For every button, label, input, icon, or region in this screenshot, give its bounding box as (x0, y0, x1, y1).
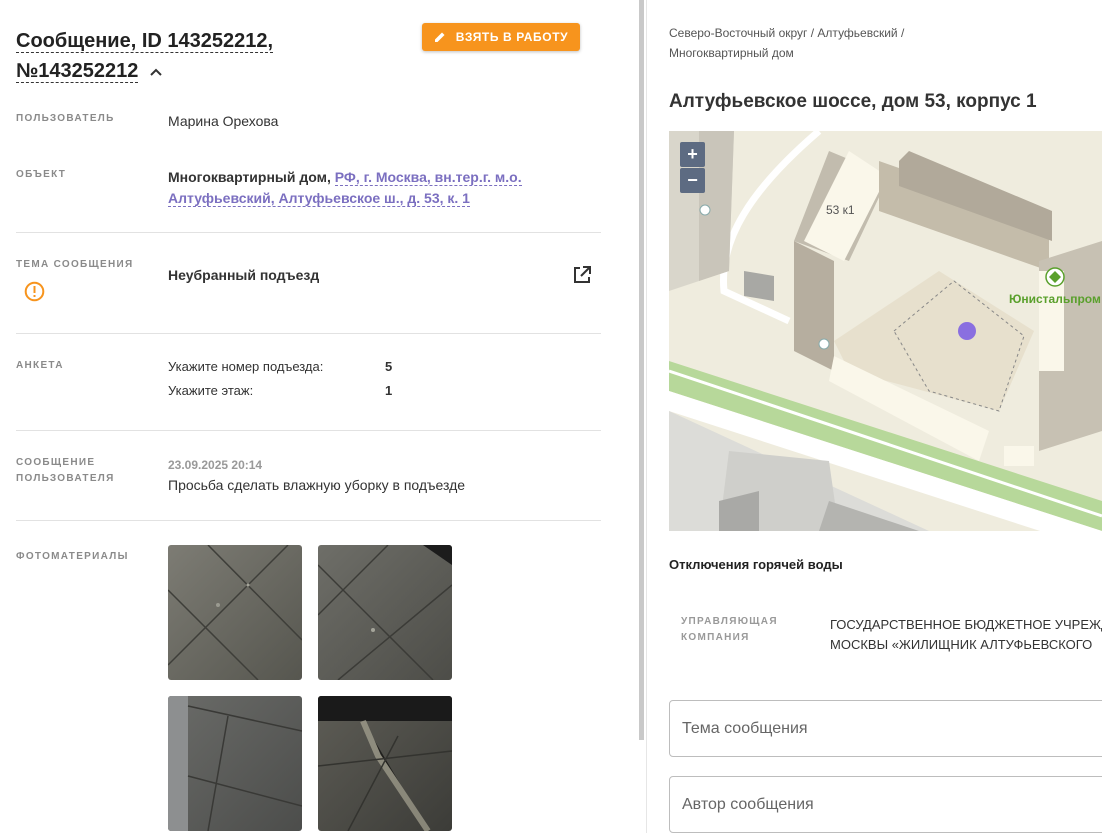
zoom-in-button[interactable]: + (680, 142, 705, 167)
map-poi-label: Юнистальпром (1009, 292, 1101, 306)
open-external-icon[interactable] (572, 265, 592, 285)
user-value: Марина Орехова (168, 113, 279, 129)
map-building-label: 53 к1 (826, 203, 855, 217)
take-to-work-label: ВЗЯТЬ В РАБОТУ (455, 30, 569, 44)
page-title: Сообщение, ID 143252212, №143252212 (16, 26, 316, 86)
map-canvas[interactable]: 53 к1 Юнистальпром (669, 131, 1102, 531)
message-text: Просьба сделать влажную уборку в подъезд… (168, 477, 466, 493)
survey-q1: Укажите номер подъезда: (168, 359, 324, 374)
topic-label: ТЕМА СООБЩЕНИЯ (16, 259, 134, 270)
panel-divider (646, 0, 647, 833)
map-widget[interactable]: 53 к1 Юнистальпром + − (669, 131, 1102, 531)
photo-thumbnail[interactable] (318, 696, 452, 831)
survey-q2: Укажите этаж: (168, 383, 254, 398)
message-detail-panel: Сообщение, ID 143252212, №143252212 ВЗЯТ… (0, 0, 640, 833)
management-company-label-line1: УПРАВЛЯЮЩАЯ (681, 616, 778, 627)
scrollbar[interactable] (639, 0, 644, 740)
title-line1: Сообщение, ID 143252212, (16, 30, 274, 53)
message-label-line1: СООБЩЕНИЕ (16, 457, 96, 468)
photo-thumbnail[interactable] (168, 696, 302, 831)
photo-thumbnail[interactable] (168, 545, 302, 680)
survey-a1: 5 (385, 359, 393, 374)
breadcrumb-line1: Северо-Восточный округ / Алтуфьевский / (669, 26, 905, 40)
object-address-link[interactable]: РФ, г. Москва, вн.тер.г. м.о. (334, 169, 522, 186)
management-company-label: УПРАВЛЯЮЩАЯ КОМПАНИЯ (681, 614, 778, 646)
topic-value: Неубранный подъезд (168, 267, 320, 283)
user-label: ПОЛЬЗОВАТЕЛЬ (16, 113, 115, 124)
management-company-value-line1: ГОСУДАРСТВЕННОЕ БЮДЖЕТНОЕ УЧРЕЖДЕНИЕ (830, 617, 1102, 632)
survey-label: АНКЕТА (16, 360, 64, 371)
divider (16, 430, 601, 431)
message-label-line2: ПОЛЬЗОВАТЕЛЯ (16, 473, 115, 484)
photos-label: ФОТОМАТЕРИАЛЫ (16, 551, 129, 562)
author-field[interactable] (669, 776, 1102, 833)
divider (16, 333, 601, 334)
management-company-label-line2: КОМПАНИЯ (681, 632, 750, 643)
object-label: ОБЪЕКТ (16, 169, 67, 180)
take-to-work-button[interactable]: ВЗЯТЬ В РАБОТУ (422, 23, 580, 51)
author-input[interactable] (670, 777, 1102, 832)
topic-field[interactable] (669, 700, 1102, 757)
address-heading: Алтуфьевское шоссе, дом 53, корпус 1 (669, 91, 1037, 112)
management-company-value: ГОСУДАРСТВЕННОЕ БЮДЖЕТНОЕ УЧРЕЖДЕНИЕ МОС… (830, 615, 1102, 655)
zoom-out-button[interactable]: − (680, 168, 705, 193)
survey-a2: 1 (385, 383, 393, 398)
breadcrumb: Северо-Восточный округ / Алтуфьевский / … (669, 23, 969, 63)
breadcrumb-line2: Многоквартирный дом (669, 46, 794, 60)
pencil-icon (434, 32, 445, 42)
title-line2: №143252212 (16, 60, 139, 83)
object-type: Многоквартирный дом, (168, 169, 331, 185)
hot-water-outages: Отключения горячей воды (669, 557, 843, 572)
warning-circle-icon (24, 281, 45, 302)
divider (16, 520, 601, 521)
divider (16, 232, 601, 233)
chevron-up-icon[interactable] (148, 65, 164, 79)
management-company-value-line2: МОСКВЫ «ЖИЛИЩНИК АЛТУФЬЕВСКОГО (830, 637, 1093, 652)
object-value: Многоквартирный дом, РФ, г. Москва, вн.т… (168, 167, 548, 209)
topic-input[interactable] (670, 701, 1102, 756)
message-label: СООБЩЕНИЕ ПОЛЬЗОВАТЕЛЯ (16, 455, 115, 487)
photo-thumbnail[interactable] (318, 545, 452, 680)
message-date: 23.09.2025 20:14 (168, 458, 263, 472)
object-address-link-cont[interactable]: Алтуфьевский, Алтуфьевское ш., д. 53, к.… (168, 190, 470, 207)
